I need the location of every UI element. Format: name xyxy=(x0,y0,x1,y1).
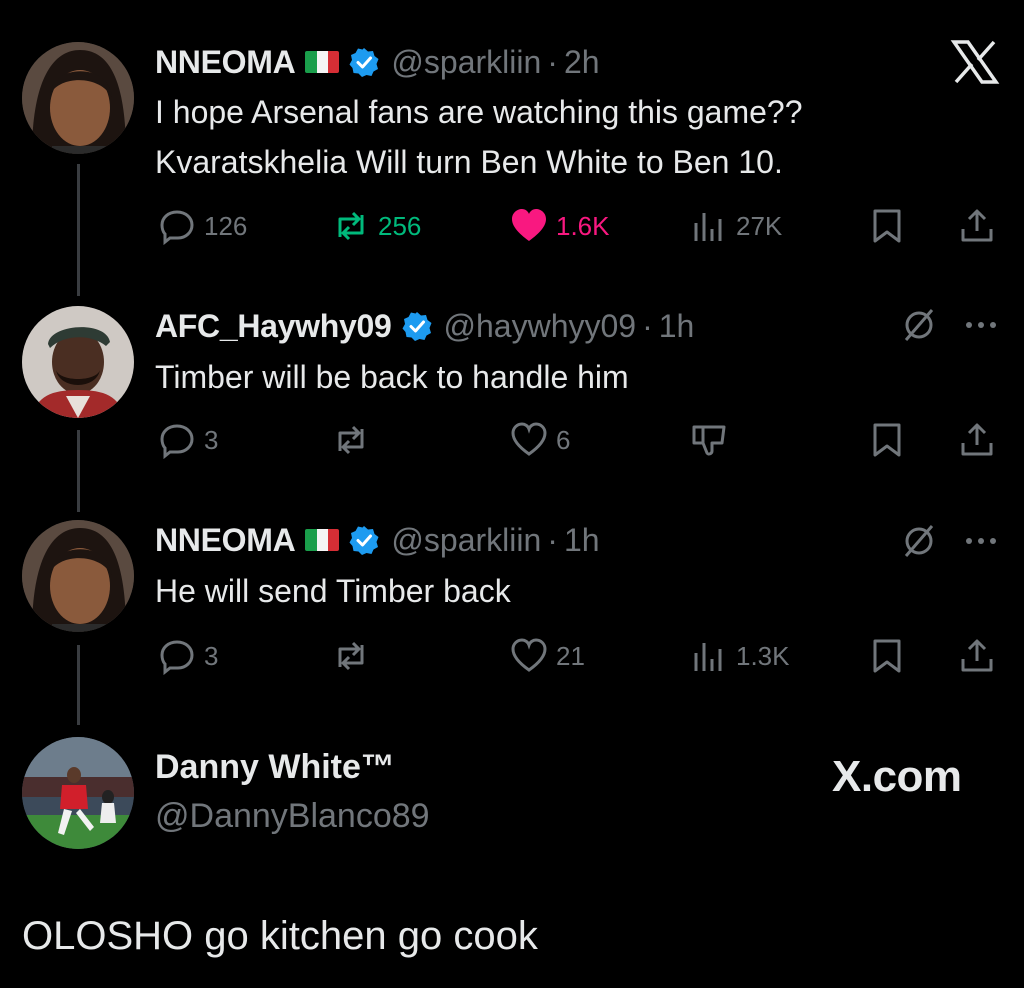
reply-button[interactable]: 3 xyxy=(158,634,218,678)
like-count: 1.6K xyxy=(556,210,610,241)
tweet-header: NNEOMA @sparkliin · 2h xyxy=(155,42,600,82)
tweet-header: NNEOMA @sparkliin · 1h xyxy=(155,520,600,560)
timestamp[interactable]: 2h xyxy=(564,44,600,81)
reply-icon xyxy=(160,210,194,245)
reply-icon xyxy=(160,640,194,675)
share-icon xyxy=(961,209,993,242)
share-button[interactable] xyxy=(958,634,996,678)
tweet-header: AFC_Haywhy09 @haywhyy09 · 1h xyxy=(155,306,694,346)
repost-button[interactable] xyxy=(332,634,370,678)
views-button[interactable]: 1.3K xyxy=(690,634,790,678)
dislike-icon xyxy=(692,425,726,456)
more-icon[interactable] xyxy=(962,306,1000,344)
repost-icon xyxy=(338,425,364,455)
tweet-text-line: Kvaratskhelia Will turn Ben White to Ben… xyxy=(155,144,783,180)
verified-icon xyxy=(349,526,379,555)
repost-button[interactable]: 256 xyxy=(332,204,421,248)
avatar[interactable] xyxy=(22,306,134,418)
separator-dot: · xyxy=(547,521,558,558)
grok-icon[interactable] xyxy=(900,522,938,560)
handle[interactable]: @haywhyy09 xyxy=(444,308,637,345)
more-icon[interactable] xyxy=(962,522,1000,560)
views-count: 1.3K xyxy=(736,640,790,671)
handle[interactable]: @sparkliin xyxy=(391,522,541,559)
share-icon xyxy=(961,423,993,456)
bookmark-icon xyxy=(873,639,901,673)
like-count: 21 xyxy=(556,640,585,671)
bookmark-icon xyxy=(873,423,901,457)
reply-icon xyxy=(160,424,194,459)
action-bar: 3 21 1.3K xyxy=(0,634,1024,678)
repost-count: 256 xyxy=(378,210,422,241)
like-icon xyxy=(511,422,547,456)
like-count: 6 xyxy=(556,424,571,455)
tweet-text-line: I hope Arsenal fans are watching this ga… xyxy=(155,94,803,130)
tweet-text-line: Timber will be back to handle him xyxy=(155,359,629,395)
verified-icon xyxy=(402,312,431,341)
reply-count: 126 xyxy=(204,210,248,241)
display-name[interactable]: AFC_Haywhy09 xyxy=(155,308,392,345)
reply-count: 3 xyxy=(204,640,219,671)
share-button[interactable] xyxy=(958,204,996,248)
timestamp[interactable]: 1h xyxy=(564,522,600,559)
bookmark-icon xyxy=(873,209,901,243)
quote-handle[interactable]: @DannyBlanco89 xyxy=(155,797,430,836)
share-icon xyxy=(961,639,993,672)
italy-flag-icon xyxy=(305,51,340,73)
display-name[interactable]: NNEOMA xyxy=(155,522,296,559)
quote-display-name[interactable]: Danny White™ xyxy=(155,748,395,787)
like-button[interactable]: 1.6K xyxy=(510,204,610,248)
bookmark-button[interactable] xyxy=(868,204,906,248)
repost-icon xyxy=(338,211,364,241)
avatar[interactable] xyxy=(22,737,134,849)
italy-flag-icon xyxy=(305,529,340,551)
views-icon xyxy=(694,643,722,671)
like-icon xyxy=(511,638,547,672)
views-count: 27K xyxy=(736,210,783,241)
reply-button[interactable]: 3 xyxy=(158,418,218,462)
reply-button[interactable]: 126 xyxy=(158,204,247,248)
like-button[interactable]: 6 xyxy=(510,418,570,462)
repost-button[interactable] xyxy=(332,418,370,462)
x-logo-icon[interactable] xyxy=(950,40,1000,84)
separator-dot: · xyxy=(642,307,653,344)
reply-count: 3 xyxy=(204,424,219,455)
timestamp[interactable]: 1h xyxy=(659,308,695,345)
handle[interactable]: @sparkliin xyxy=(391,44,541,81)
dislike-button[interactable] xyxy=(690,418,728,462)
action-bar: 3 6 xyxy=(0,418,1024,462)
display-name[interactable]: NNEOMA xyxy=(155,44,296,81)
tweet-text-line: He will send Timber back xyxy=(155,573,511,609)
verified-icon xyxy=(349,48,379,77)
like-icon xyxy=(512,209,546,241)
separator-dot: · xyxy=(547,43,558,80)
bookmark-button[interactable] xyxy=(868,634,906,678)
quote-text: OLOSHO go kitchen go cook xyxy=(22,914,538,958)
views-icon xyxy=(694,213,722,241)
action-bar: 126 256 1.6K 27K xyxy=(0,204,1024,248)
brand-wordmark: X.com xyxy=(832,752,962,801)
like-button[interactable]: 21 xyxy=(510,634,585,678)
avatar[interactable] xyxy=(22,520,134,632)
avatar[interactable] xyxy=(22,42,134,154)
grok-icon[interactable] xyxy=(900,306,938,344)
bookmark-button[interactable] xyxy=(868,418,906,462)
repost-icon xyxy=(338,641,364,671)
share-button[interactable] xyxy=(958,418,996,462)
views-button[interactable]: 27K xyxy=(690,204,782,248)
